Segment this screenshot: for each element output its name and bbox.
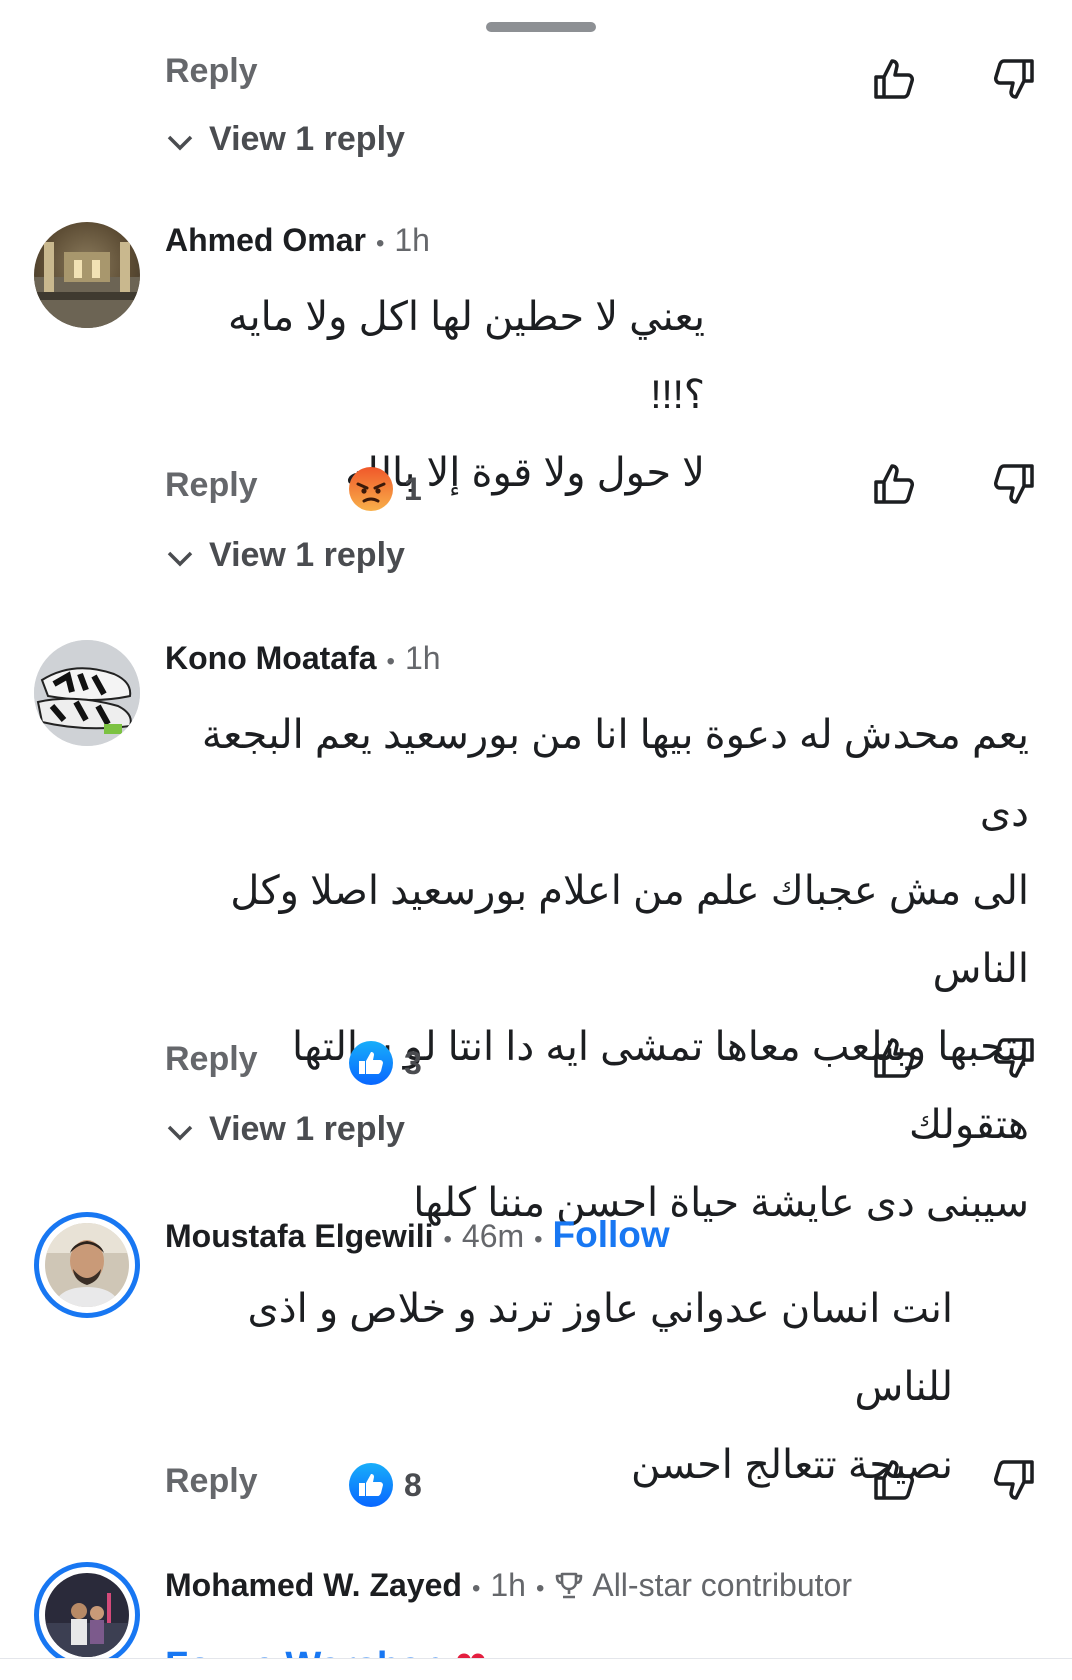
like-thumb-icon[interactable] xyxy=(870,1456,918,1504)
heart-icon: ❤ xyxy=(455,1645,487,1658)
contributor-badge[interactable]: All-star contributor xyxy=(554,1566,852,1604)
separator-dot: • xyxy=(471,1575,481,1602)
comments-sheet: Reply View 1 reply Ahmed Omar • 1h يعني … xyxy=(0,0,1072,1680)
like-thumb-icon[interactable] xyxy=(870,1034,918,1082)
separator-dot: • xyxy=(535,1575,545,1602)
mentioned-user-link[interactable]: Fouze Warshan ❤ xyxy=(165,1636,487,1658)
chevron-down-icon xyxy=(167,135,193,150)
bottom-edge xyxy=(0,1658,1072,1680)
follow-button[interactable]: Follow xyxy=(553,1214,670,1256)
timestamp: 1h xyxy=(490,1567,526,1603)
view-replies-button[interactable]: View 1 reply xyxy=(165,120,405,159)
view-replies-label: View 1 reply xyxy=(209,1110,405,1148)
comment-line: يعم محدش له دعوة بيها انا من بورسعيد يعم… xyxy=(201,713,1029,835)
separator-dot: • xyxy=(386,648,395,675)
sneakers-picture xyxy=(34,640,140,746)
dislike-thumb-icon[interactable] xyxy=(990,1034,1038,1082)
mosque-interior-picture xyxy=(34,242,140,328)
reply-button[interactable]: Reply xyxy=(165,1040,258,1079)
like-reaction-icon xyxy=(349,1463,393,1507)
angry-emoji-icon xyxy=(349,467,393,511)
comment-header: Ahmed Omar • 1h xyxy=(165,222,430,259)
sheet-drag-handle[interactable] xyxy=(486,22,596,32)
reply-button[interactable]: Reply xyxy=(165,1462,258,1501)
trophy-icon xyxy=(556,1572,583,1599)
reaction-summary[interactable]: 1 xyxy=(348,466,422,512)
dislike-thumb-icon[interactable] xyxy=(990,1456,1038,1504)
comment-line: الى مش عجباك علم من اعلام بورسعيد اصلا و… xyxy=(230,869,1029,991)
author-name[interactable]: Ahmed Omar xyxy=(165,222,366,259)
separator-dot: • xyxy=(443,1226,452,1253)
separator-dot: • xyxy=(534,1226,543,1253)
author-name[interactable]: Moustafa Elgewili xyxy=(165,1218,433,1255)
chevron-down-icon xyxy=(167,1125,193,1140)
timestamp: 1h xyxy=(404,640,441,676)
like-thumb-icon[interactable] xyxy=(870,55,918,103)
dislike-thumb-icon[interactable] xyxy=(990,55,1038,103)
comment-line: يعني لا حطين لها اكل ولا مايه ؟!!! xyxy=(228,295,705,417)
view-replies-button[interactable]: View 1 reply xyxy=(165,536,405,575)
avatar[interactable] xyxy=(34,1562,140,1668)
reply-button[interactable]: Reply xyxy=(165,52,258,91)
separator-dot: • xyxy=(375,230,385,257)
badge-label: All-star contributor xyxy=(592,1567,852,1603)
avatar[interactable] xyxy=(34,222,140,328)
reaction-count: 8 xyxy=(404,1466,422,1503)
reaction-count: 1 xyxy=(404,470,422,507)
view-replies-button[interactable]: View 1 reply xyxy=(165,1110,405,1149)
profile-photo-couple xyxy=(45,1573,129,1657)
comment-body: انت انسان عدواني عاوز ترند و خلاص و اذى … xyxy=(165,1270,953,1504)
reaction-summary[interactable]: 8 xyxy=(348,1462,422,1508)
reaction-count: 3 xyxy=(404,1044,422,1081)
timestamp: 1h xyxy=(394,222,430,258)
like-thumb-icon[interactable] xyxy=(870,460,918,508)
chevron-down-icon xyxy=(167,551,193,566)
avatar[interactable] xyxy=(34,640,140,746)
profile-photo-man xyxy=(45,1223,129,1307)
view-replies-label: View 1 reply xyxy=(209,120,405,158)
author-name[interactable]: Kono Moatafa xyxy=(165,640,377,677)
reaction-summary[interactable]: 3 xyxy=(348,1040,422,1086)
mention-name: Fouze Warshan xyxy=(165,1645,444,1658)
author-name[interactable]: Mohamed W. Zayed xyxy=(165,1567,462,1604)
comment-line: نصيحة تتعالج احسن xyxy=(630,1443,953,1487)
comment-header: Moustafa Elgewili • 46m • Follow xyxy=(165,1214,670,1256)
comment-header: Mohamed W. Zayed • 1h • All-star contrib… xyxy=(165,1566,852,1604)
like-reaction-icon xyxy=(349,1041,393,1085)
reply-button[interactable]: Reply xyxy=(165,466,258,505)
comment-header: Kono Moatafa • 1h xyxy=(165,640,441,677)
timestamp: 46m xyxy=(461,1218,525,1254)
avatar[interactable] xyxy=(34,1212,140,1318)
view-replies-label: View 1 reply xyxy=(209,536,405,574)
comment-line: انت انسان عدواني عاوز ترند و خلاص و اذى … xyxy=(247,1287,953,1409)
dislike-thumb-icon[interactable] xyxy=(990,460,1038,508)
comment-body: يعم محدش له دعوة بيها انا من بورسعيد يعم… xyxy=(165,696,1029,1242)
